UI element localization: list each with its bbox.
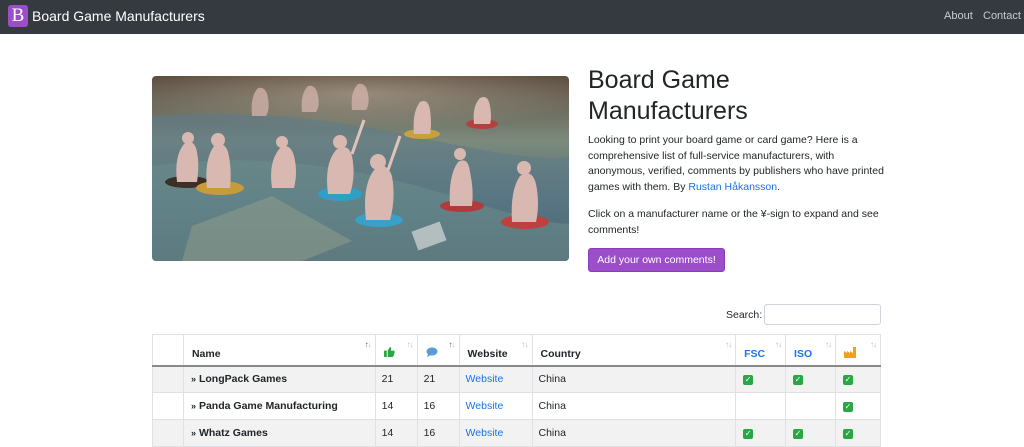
- iso-column-header[interactable]: ISO ↑↓: [785, 334, 836, 366]
- likes-column-header[interactable]: ↑↓: [374, 334, 418, 366]
- checkmark-icon: ✓: [743, 375, 754, 386]
- author-link[interactable]: Rustan Håkansson: [688, 181, 777, 193]
- sort-icon: ↑↓: [870, 340, 877, 349]
- name-header-label: Name: [191, 347, 221, 360]
- country-cell: China: [531, 392, 736, 420]
- sort-icon: ↑↓: [775, 340, 782, 349]
- checkmark-icon: ✓: [793, 375, 804, 386]
- page-title: Board Game Manufacturers: [588, 66, 748, 125]
- website-link[interactable]: Website: [466, 400, 504, 412]
- intro-text: Looking to print your board game or card…: [588, 133, 888, 195]
- fsc-cell: ✓: [735, 365, 786, 393]
- expand-chevron-icon[interactable]: »: [191, 374, 196, 384]
- sort-icon: ↑↓: [521, 340, 529, 349]
- nav-link-about[interactable]: About: [944, 9, 973, 23]
- country-cell: China: [531, 365, 736, 393]
- manufacturer-name[interactable]: » Whatz Games: [182, 419, 376, 447]
- iso-cell: [785, 392, 836, 420]
- expand-column-header: [152, 334, 184, 366]
- thumbs-up-icon: [383, 347, 395, 358]
- expand-cell[interactable]: [152, 419, 184, 447]
- manufacturer-name[interactable]: » Panda Game Manufacturing: [182, 392, 376, 420]
- country-cell: China: [531, 419, 736, 447]
- country-column-header[interactable]: Country ↑↓: [531, 334, 736, 366]
- add-comments-button[interactable]: Add your own comments!: [588, 248, 725, 272]
- hero-image: [152, 76, 569, 261]
- manufacturer-name-text: Panda Game Manufacturing: [198, 400, 338, 412]
- speech-bubble-icon: [426, 347, 438, 358]
- manufacturer-name-text: LongPack Games: [198, 373, 288, 386]
- website-link[interactable]: Website: [466, 373, 504, 385]
- fsc-cell: [735, 392, 786, 420]
- iso-cell: ✓: [785, 419, 836, 447]
- search-label: Search:: [726, 309, 763, 321]
- fsc-header-label: FSC: [744, 347, 766, 360]
- fsc-column-header[interactable]: FSC ↑↓: [735, 334, 786, 366]
- table-row[interactable]: » Panda Game Manufacturing 14 16 Website …: [152, 392, 882, 420]
- website-link[interactable]: Website: [466, 427, 504, 439]
- comments-column-header[interactable]: ↑↓: [416, 334, 460, 366]
- factory-cell: ✓: [834, 365, 882, 393]
- table-row[interactable]: » LongPack Games 21 21 Website China ✓ ✓ …: [152, 365, 882, 393]
- brand-title[interactable]: Board Game Manufacturers: [32, 7, 205, 25]
- factory-icon: [843, 346, 856, 358]
- website-column-header[interactable]: Website ↑↓: [458, 334, 532, 366]
- checkmark-icon: ✓: [842, 429, 853, 439]
- factory-cell: ✓: [834, 392, 882, 420]
- table-header-row: Name ↑↓ ↑↓ ↑↓ Website ↑↓ Country ↑↓ FSC ↑↓ I…: [152, 334, 882, 366]
- brand-logo[interactable]: B: [8, 5, 28, 27]
- iso-header-label: ISO: [794, 347, 813, 360]
- manufacturer-name-text: Whatz Games: [198, 427, 268, 439]
- likes-count: 14: [374, 419, 418, 447]
- website-cell: Website: [458, 365, 532, 393]
- factory-column-header[interactable]: ↑↓: [834, 334, 882, 366]
- manufacturer-name[interactable]: » LongPack Games: [182, 365, 376, 393]
- likes-count: 14: [374, 392, 418, 420]
- search-input[interactable]: [764, 304, 881, 325]
- country-header-label: Country: [540, 347, 581, 360]
- likes-count: 21: [374, 365, 418, 393]
- expand-chevron-icon[interactable]: »: [191, 401, 196, 411]
- comments-count: 16: [416, 392, 460, 420]
- factory-cell: ✓: [834, 419, 882, 447]
- expand-hint: Click on a manufacturer name or the ¥-si…: [588, 208, 879, 236]
- website-header-label: Website: [467, 347, 508, 360]
- sort-icon: ↑↓: [725, 340, 732, 349]
- intro-text-suffix: .: [777, 180, 781, 193]
- iso-cell: ✓: [785, 365, 836, 393]
- checkmark-icon: ✓: [793, 429, 804, 439]
- checkmark-icon: ✓: [842, 402, 853, 412]
- sort-icon: ↑↓: [364, 340, 372, 349]
- expand-chevron-icon[interactable]: »: [191, 428, 196, 438]
- checkmark-icon: ✓: [842, 375, 853, 386]
- name-column-header[interactable]: Name ↑↓: [182, 334, 376, 366]
- website-cell: Website: [458, 419, 532, 447]
- nav-link-contact[interactable]: Contact: [983, 9, 1021, 23]
- manufacturers-table: Name ↑↓ ↑↓ ↑↓ Website ↑↓ Country ↑↓ FSC ↑↓ I…: [152, 334, 882, 447]
- expand-cell[interactable]: [152, 365, 184, 393]
- navbar: B Board Game Manufacturers About Contact: [0, 0, 1024, 34]
- sort-icon: ↑↓: [824, 340, 832, 349]
- table-row[interactable]: » Whatz Games 14 16 Website China ✓ ✓ ✓: [152, 419, 882, 447]
- sort-icon: ↑↓: [448, 340, 456, 349]
- comments-count: 16: [416, 419, 460, 447]
- fsc-cell: ✓: [735, 419, 786, 447]
- checkmark-icon: ✓: [743, 429, 754, 439]
- sort-icon: ↑↓: [406, 340, 414, 349]
- comments-count: 21: [416, 365, 460, 393]
- expand-cell[interactable]: [152, 392, 184, 420]
- website-cell: Website: [458, 392, 532, 420]
